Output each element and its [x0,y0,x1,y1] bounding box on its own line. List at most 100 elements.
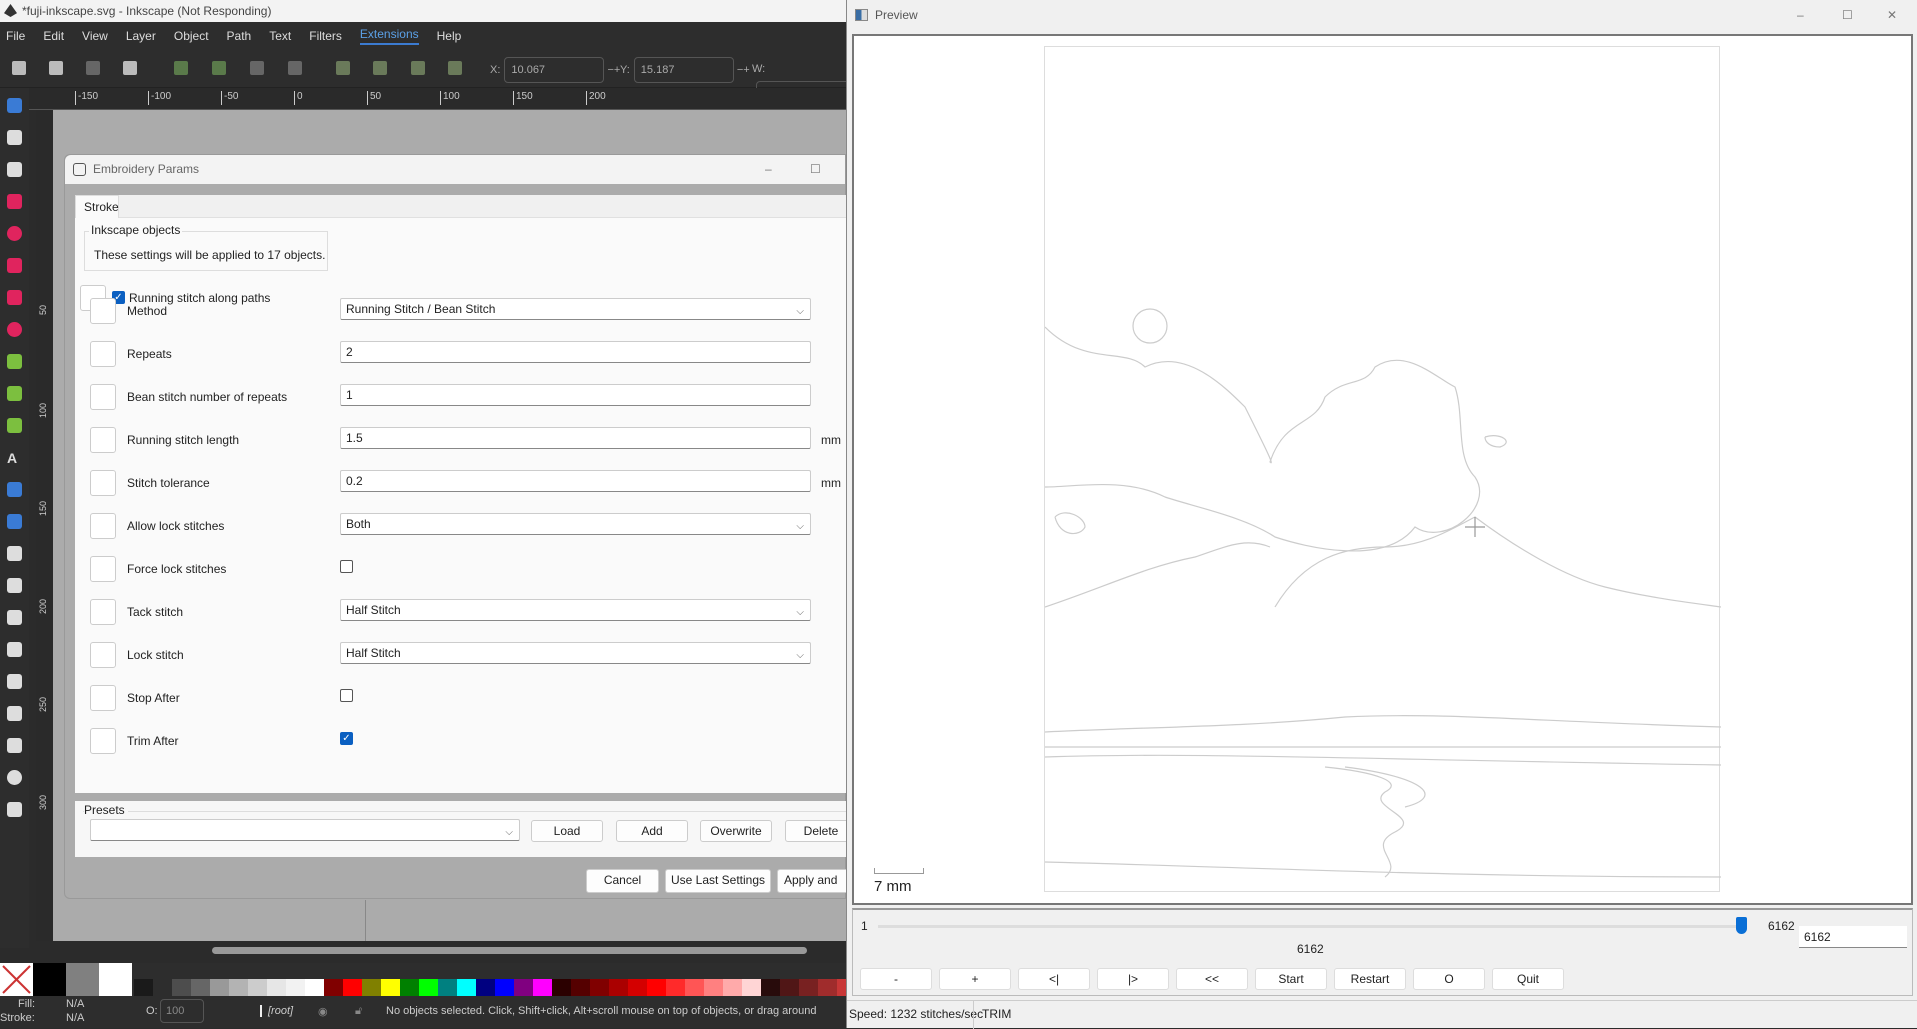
calligraphy-tool-icon[interactable] [7,418,22,433]
color-swatch[interactable] [704,979,723,996]
color-swatch[interactable] [324,979,343,996]
color-swatch[interactable] [647,979,666,996]
shape-builder-icon[interactable] [7,162,22,177]
node-tool-icon[interactable] [7,130,22,145]
param-select[interactable]: Half Stitch ⌵ [340,642,811,664]
color-swatch[interactable] [742,979,761,996]
color-swatch[interactable] [438,979,457,996]
raise-icon[interactable] [373,61,387,75]
pencil-tool-icon[interactable] [7,386,22,401]
preview-button-1[interactable]: + [939,968,1011,990]
preview-button-3[interactable]: |> [1097,968,1169,990]
color-swatch[interactable] [495,979,514,996]
param-toggle[interactable] [90,728,116,754]
eraser-tool-icon[interactable] [7,674,22,689]
rotate-cw-icon[interactable] [212,61,226,75]
preview-button-4[interactable]: << [1176,968,1248,990]
flip-horizontal-icon[interactable] [250,61,264,75]
opacity-field[interactable]: 100 [160,999,204,1023]
rectangle-tool-icon[interactable] [7,194,22,209]
menu-edit[interactable]: Edit [43,29,64,43]
color-swatch[interactable] [780,979,799,996]
color-swatch[interactable] [571,979,590,996]
param-toggle[interactable] [90,427,116,453]
color-swatch[interactable] [666,979,685,996]
paint-bucket-icon[interactable] [7,578,22,593]
color-swatch[interactable] [248,979,267,996]
color-swatch[interactable] [457,979,476,996]
color-swatch[interactable] [628,979,647,996]
text-tool-icon[interactable]: A [7,450,22,466]
preview-button-0[interactable]: - [860,968,932,990]
color-swatch[interactable] [305,979,324,996]
minimize-button[interactable]: – [1797,0,1804,30]
menu-extensions[interactable]: Extensions [359,27,419,45]
param-input[interactable]: 2 [340,341,811,363]
horizontal-scrollbar[interactable] [212,947,807,954]
selector-tool-icon[interactable] [7,98,22,113]
color-swatch[interactable] [723,979,742,996]
color-swatch[interactable] [381,979,400,996]
load-button[interactable]: Load [531,820,603,842]
param-toggle[interactable] [90,341,116,367]
menu-view[interactable]: View [82,29,108,43]
dropper-tool-icon[interactable] [7,546,22,561]
color-swatch[interactable] [685,979,704,996]
black-swatch[interactable] [33,963,66,996]
preview-button-8[interactable]: Quit [1492,968,1564,990]
param-toggle[interactable] [90,685,116,711]
param-toggle[interactable] [90,470,116,496]
param-toggle[interactable] [90,599,116,625]
menu-text[interactable]: Text [269,29,291,43]
color-swatch[interactable] [419,979,438,996]
param-checkbox[interactable] [340,560,353,573]
star-tool-icon[interactable] [7,258,22,273]
menu-help[interactable]: Help [437,29,462,43]
apply-button[interactable]: Apply and [777,869,849,893]
zoom-tool-icon[interactable] [7,770,22,785]
param-select[interactable]: Running Stitch / Bean Stitch ⌵ [340,298,811,320]
pages-tool-icon[interactable] [7,738,22,753]
tab-stroke[interactable]: Stroke [75,195,119,218]
color-swatch[interactable] [818,979,837,996]
color-swatch[interactable] [590,979,609,996]
select-all-layers-icon[interactable] [49,61,63,75]
color-swatch[interactable] [286,979,305,996]
param-toggle[interactable] [90,384,116,410]
deselect-icon[interactable] [86,61,100,75]
add-button[interactable]: Add [616,820,688,842]
gray-swatch[interactable] [66,963,99,996]
lower-icon[interactable] [411,61,425,75]
param-toggle[interactable] [90,642,116,668]
param-toggle[interactable] [90,513,116,539]
preview-canvas[interactable]: 7 mm [852,34,1913,905]
x-field[interactable]: X: 10.067 −+ [490,57,620,83]
preview-button-6[interactable]: Restart [1334,968,1406,990]
color-swatch[interactable] [761,979,780,996]
color-swatch[interactable] [267,979,286,996]
color-swatch[interactable] [400,979,419,996]
color-swatch[interactable] [552,979,571,996]
menu-filters[interactable]: Filters [309,29,342,43]
color-swatch[interactable] [153,979,172,996]
color-swatch[interactable] [134,979,153,996]
overwrite-button[interactable]: Overwrite [700,820,772,842]
maximize-button[interactable]: ☐ [1842,0,1853,30]
use-last-settings-button[interactable]: Use Last Settings [665,869,771,893]
param-input[interactable]: 1.5 [340,427,811,449]
color-swatch[interactable] [514,979,533,996]
color-swatch[interactable] [533,979,552,996]
color-swatch[interactable] [343,979,362,996]
maximize-button[interactable]: ☐ [810,155,821,184]
white-swatch[interactable] [99,963,132,996]
flip-vertical-icon[interactable] [288,61,302,75]
color-swatch[interactable] [609,979,628,996]
3d-box-tool-icon[interactable] [7,290,22,305]
rotate-ccw-icon[interactable] [174,61,188,75]
y-field[interactable]: Y: 15.187 −+ [620,57,750,83]
param-toggle[interactable] [90,556,116,582]
select-all-icon[interactable] [12,61,26,75]
lower-to-bottom-icon[interactable] [448,61,462,75]
menu-object[interactable]: Object [174,29,209,43]
color-swatch[interactable] [191,979,210,996]
